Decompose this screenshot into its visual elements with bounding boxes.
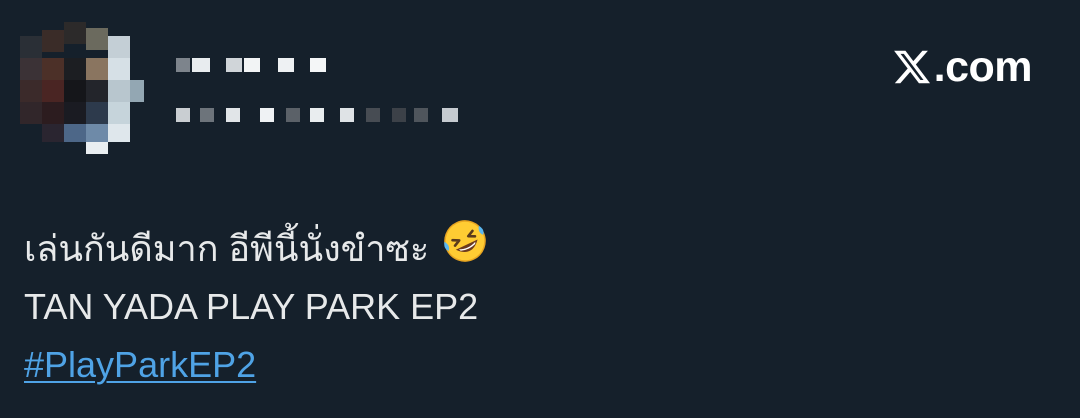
avatar[interactable]	[20, 22, 150, 154]
rolling-on-the-floor-laughing-emoji-icon	[441, 217, 489, 282]
author-name-censored[interactable]	[170, 50, 490, 140]
tweet-card: .com เล่นกันดีมาก อีพีนี้นั่งขำซะ TAN YA…	[0, 0, 1080, 418]
brand-domain-text: .com	[933, 42, 1033, 91]
tweet-thai-text: เล่นกันดีมาก อีพีนี้นั่งขำซะ	[24, 228, 430, 269]
hashtag-link[interactable]: #PlayParkEP2	[24, 336, 256, 394]
brand-watermark: .com	[892, 42, 1033, 92]
tweet-line-1: เล่นกันดีมาก อีพีนี้นั่งขำซะ	[24, 219, 1054, 278]
tweet-line-3: #PlayParkEP2	[24, 336, 1054, 394]
tweet-title-text: TAN YADA PLAY PARK EP2	[24, 286, 479, 327]
x-logo-icon	[892, 47, 932, 87]
tweet-text: เล่นกันดีมาก อีพีนี้นั่งขำซะ TAN YADA PL…	[24, 219, 1054, 394]
tweet-line-2: TAN YADA PLAY PARK EP2	[24, 278, 1054, 336]
